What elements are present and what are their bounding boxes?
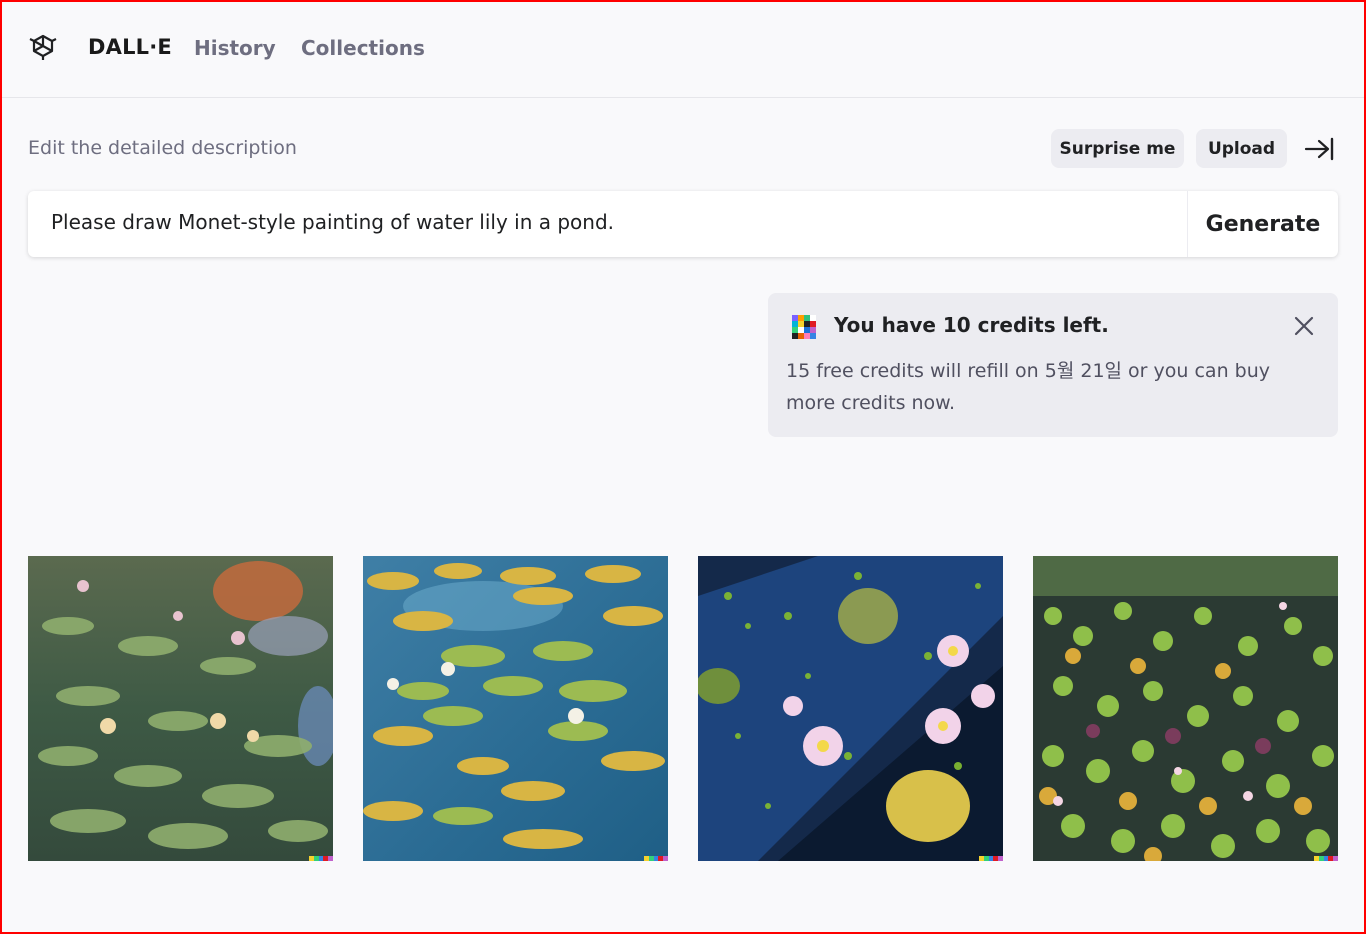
dalle-watermark-icon: [644, 856, 668, 861]
nav-collections[interactable]: Collections: [301, 36, 425, 60]
generated-image-2[interactable]: [363, 556, 668, 861]
prompt-label: Edit the detailed description: [28, 137, 297, 159]
generated-image-4[interactable]: [1033, 556, 1338, 861]
dalle-watermark-icon: [979, 856, 1003, 861]
dalle-watermark-icon: [309, 856, 333, 861]
brand-name[interactable]: DALL·E: [88, 35, 172, 59]
generated-image-3[interactable]: [698, 556, 1003, 861]
nav-history[interactable]: History: [194, 36, 276, 60]
collapse-panel-icon[interactable]: [1303, 136, 1335, 162]
dalle-pixel-icon: [792, 315, 816, 339]
prompt-input[interactable]: [49, 209, 1173, 235]
credits-notice: You have 10 credits left. 15 free credit…: [768, 293, 1338, 437]
upload-button[interactable]: Upload: [1196, 129, 1287, 168]
close-icon[interactable]: [1293, 315, 1315, 337]
notice-title: You have 10 credits left.: [834, 313, 1109, 337]
top-bar: DALL·E History Collections: [0, 0, 1366, 98]
openai-logo-icon[interactable]: [27, 32, 59, 64]
surprise-me-button[interactable]: Surprise me: [1051, 129, 1184, 168]
generate-button[interactable]: Generate: [1187, 191, 1338, 257]
generated-image-1[interactable]: [28, 556, 333, 861]
dalle-watermark-icon: [1314, 856, 1338, 861]
notice-body: 15 free credits will refill on 5월 21일 or…: [786, 360, 1270, 414]
prompt-box: Generate: [28, 191, 1338, 257]
